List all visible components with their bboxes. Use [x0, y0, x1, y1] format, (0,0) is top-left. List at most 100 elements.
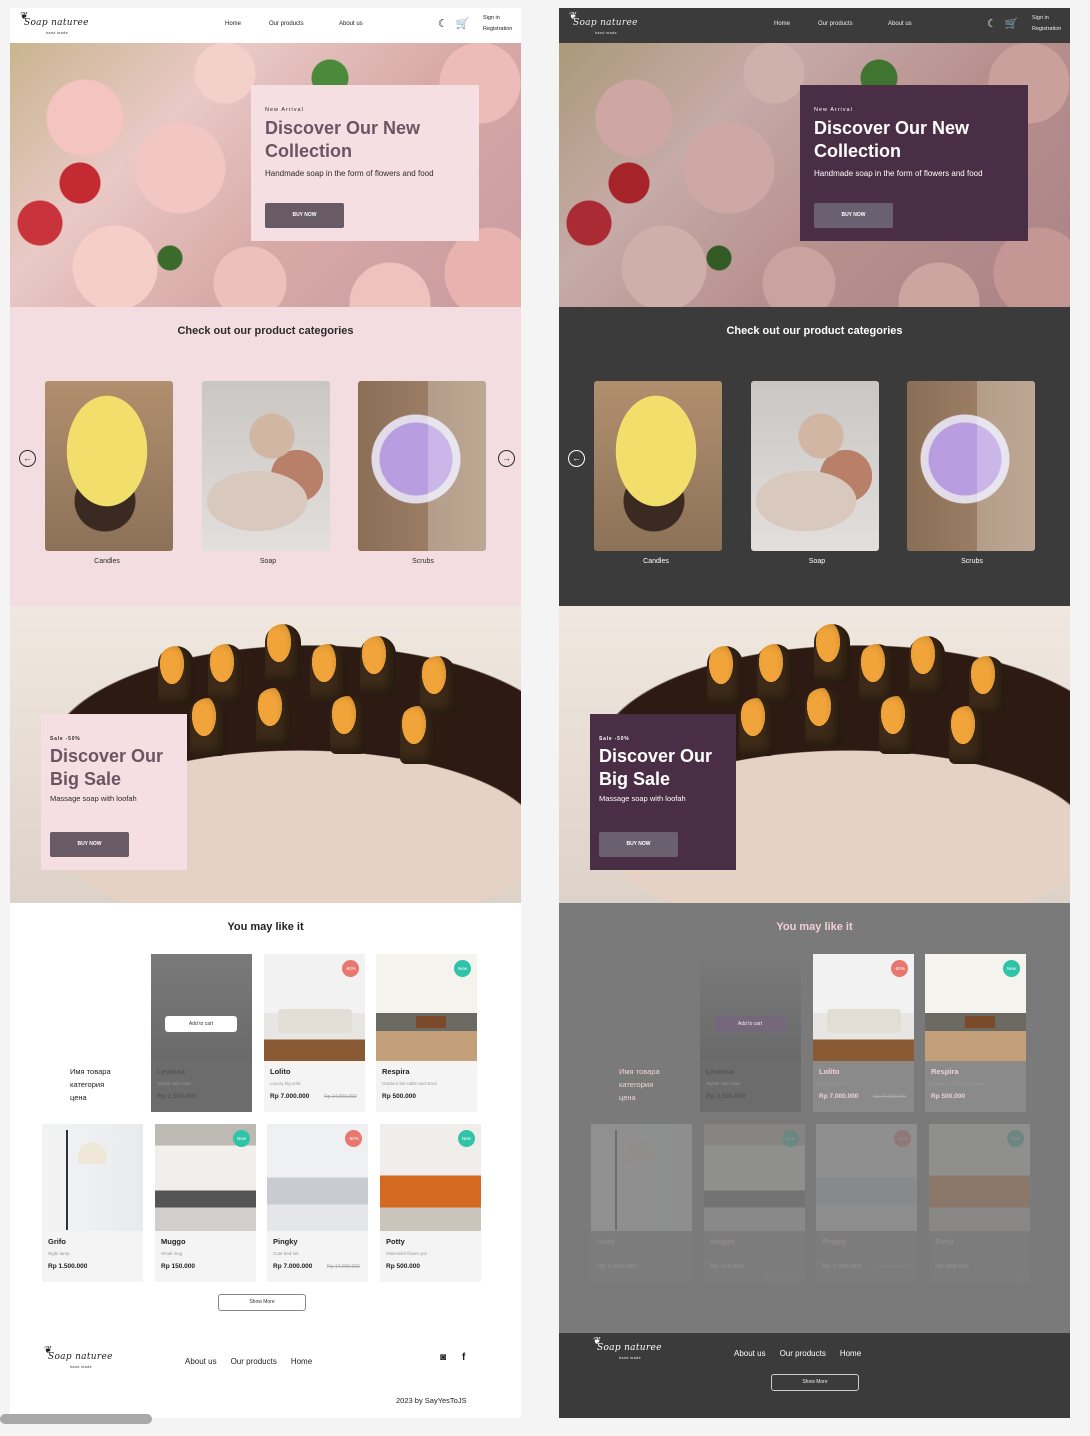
- product-card[interactable]: Grifo Night lamp Rp 1.500.000: [42, 1124, 143, 1282]
- sign-in-link[interactable]: Sign in: [483, 13, 512, 24]
- arrow-right-icon[interactable]: →: [498, 450, 515, 467]
- header-icons: ☾ 🛒: [438, 17, 470, 30]
- category-card-scrubs[interactable]: [907, 381, 1035, 551]
- sale-card: Sale -50% Discover Our Big Sale Massage …: [41, 714, 187, 870]
- product-card[interactable]: New Respira Outdoor bar table and stool …: [376, 954, 477, 1112]
- nav-products[interactable]: Our products: [269, 21, 339, 27]
- product-card[interactable]: Add to cart Leviosa Stylish cafe chair R…: [151, 954, 252, 1112]
- product-price: Rp 1.500.000: [48, 1263, 88, 1270]
- footer-links: About us Our products Home: [734, 1349, 861, 1358]
- add-to-cart-button[interactable]: Add to cart: [714, 1016, 786, 1032]
- horizontal-scrollbar[interactable]: [0, 1414, 152, 1424]
- add-to-cart-button[interactable]: Add to cart: [165, 1016, 237, 1032]
- product-price: Rp 500.000: [382, 1093, 416, 1100]
- product-desc: Cute bed set: [822, 1251, 848, 1256]
- product-name: Muggo: [710, 1237, 735, 1246]
- light-theme-page: ❦ Soap naturee hand made Home Our produc…: [10, 8, 521, 1418]
- product-price: Rp 500.000: [386, 1263, 420, 1270]
- brand-logo[interactable]: ❦ Soap naturee hand made: [16, 11, 88, 39]
- categories-title: Check out our product categories: [726, 325, 903, 337]
- product-name: Grifo: [48, 1237, 66, 1246]
- product-desc: Stylish cafe chair: [706, 1081, 741, 1086]
- category-label: Scrubs: [412, 558, 434, 565]
- site-footer: ❦ Soap naturee hand made About us Our pr…: [10, 1333, 521, 1418]
- product-card[interactable]: New Muggo Small mug Rp 150.000: [704, 1124, 805, 1282]
- show-more-button[interactable]: Show More: [218, 1294, 306, 1311]
- product-card[interactable]: Grifo Night lamp Rp 1.500.000: [591, 1124, 692, 1282]
- category-label: Scrubs: [961, 558, 983, 565]
- product-card[interactable]: New Potty Minimalist flower pot Rp 500.0…: [380, 1124, 481, 1282]
- nav-about[interactable]: About us: [339, 21, 379, 27]
- product-image: [42, 1124, 143, 1231]
- category-label: Candles: [94, 558, 120, 565]
- new-badge: New: [782, 1130, 799, 1147]
- cart-icon[interactable]: 🛒: [1005, 17, 1019, 30]
- hero-banner: New Arrival Discover Our New Collection …: [559, 43, 1070, 307]
- footer-link-products[interactable]: Our products: [231, 1357, 277, 1366]
- product-card[interactable]: New Potty Minimalist flower pot Rp 500.0…: [929, 1124, 1030, 1282]
- instagram-icon[interactable]: ◙: [440, 1352, 446, 1363]
- hero-buy-now-button[interactable]: BUY NOW: [265, 203, 344, 228]
- product-desc: Stylish cafe chair: [157, 1081, 192, 1086]
- nav-about[interactable]: About us: [888, 21, 928, 27]
- cart-icon[interactable]: 🛒: [456, 17, 470, 30]
- nav-home[interactable]: Home: [774, 21, 818, 27]
- facebook-icon[interactable]: f: [462, 1352, 465, 1363]
- product-card[interactable]: -50% Pingky Cute bed set Rp 7.000.000 Rp…: [816, 1124, 917, 1282]
- footer-link-products[interactable]: Our products: [780, 1349, 826, 1358]
- product-price: Rp 500.000: [935, 1263, 969, 1270]
- footer-logo[interactable]: ❦ Soap naturee hand made: [589, 1336, 661, 1364]
- soap-bump: [949, 706, 985, 764]
- arrow-left-icon[interactable]: ←: [568, 450, 585, 467]
- category-label: Soap: [259, 558, 277, 565]
- product-price: Rp 2.500.000: [706, 1093, 746, 1100]
- category-card-candles[interactable]: [45, 381, 173, 551]
- nav-products[interactable]: Our products: [818, 21, 888, 27]
- sign-in-link[interactable]: Sign in: [1032, 13, 1061, 24]
- product-card[interactable]: New Muggo Small mug Rp 150.000: [155, 1124, 256, 1282]
- product-card[interactable]: -50% Pingky Cute bed set Rp 7.000.000 Rp…: [267, 1124, 368, 1282]
- soap-bump: [805, 688, 841, 746]
- placeholder-note: Имя товара категория цена: [70, 1067, 111, 1102]
- registration-link[interactable]: Registration: [1032, 24, 1061, 35]
- category-card-candles[interactable]: [594, 381, 722, 551]
- footer-link-home[interactable]: Home: [291, 1357, 312, 1366]
- nav-home[interactable]: Home: [225, 21, 269, 27]
- product-price: Rp 500.000: [931, 1093, 965, 1100]
- copyright-text: 2023 by SayYesToJS: [396, 1396, 467, 1405]
- product-old-price: Rp 14.000.000: [327, 1264, 360, 1270]
- hero-card: New Arrival Discover Our New Collection …: [800, 85, 1028, 241]
- footer-link-about[interactable]: About us: [734, 1349, 766, 1358]
- moon-icon[interactable]: ☾: [438, 17, 448, 30]
- product-card[interactable]: -50% Lolito Luxury big sofa Rp 7.000.000…: [264, 954, 365, 1112]
- product-card[interactable]: New Respira Outdoor bar table and stool …: [925, 954, 1026, 1112]
- registration-link[interactable]: Registration: [483, 24, 512, 35]
- brand-tagline: hand made: [619, 1356, 642, 1360]
- sale-buy-now-button[interactable]: BUY NOW: [599, 832, 678, 857]
- design-canvas: ❦ Soap naturee hand made Home Our produc…: [0, 0, 1090, 1436]
- sale-banner: Sale -50% Discover Our Big Sale Massage …: [559, 606, 1070, 903]
- new-badge: New: [233, 1130, 250, 1147]
- recommended-title: You may like it: [776, 921, 853, 933]
- show-more-button[interactable]: Show More: [771, 1374, 859, 1391]
- footer-link-about[interactable]: About us: [185, 1357, 217, 1366]
- product-old-price: Rp 14.000.000: [873, 1094, 906, 1100]
- product-card[interactable]: -50% Lolito Luxury big sofa Rp 7.000.000…: [813, 954, 914, 1112]
- product-card[interactable]: Add to cart Leviosa Stylish cafe chair R…: [700, 954, 801, 1112]
- category-card-soap[interactable]: [202, 381, 330, 551]
- footer-link-home[interactable]: Home: [840, 1349, 861, 1358]
- main-nav: Home Our products About us: [774, 21, 928, 27]
- soap-bump: [969, 656, 1005, 714]
- category-card-scrubs[interactable]: [358, 381, 486, 551]
- arrow-left-icon[interactable]: ←: [19, 450, 36, 467]
- hero-buy-now-button[interactable]: BUY NOW: [814, 203, 893, 228]
- auth-links: Sign in Registration: [483, 13, 512, 35]
- sale-buy-now-button[interactable]: BUY NOW: [50, 832, 129, 857]
- new-badge: New: [458, 1130, 475, 1147]
- footer-logo[interactable]: ❦ Soap naturee hand made: [40, 1345, 112, 1373]
- brand-logo[interactable]: ❦ Soap naturee hand made: [565, 11, 637, 39]
- social-links: ◙ f: [440, 1352, 465, 1363]
- category-card-soap[interactable]: [751, 381, 879, 551]
- moon-icon[interactable]: ☾: [987, 17, 997, 30]
- product-price: Rp 150.000: [161, 1263, 195, 1270]
